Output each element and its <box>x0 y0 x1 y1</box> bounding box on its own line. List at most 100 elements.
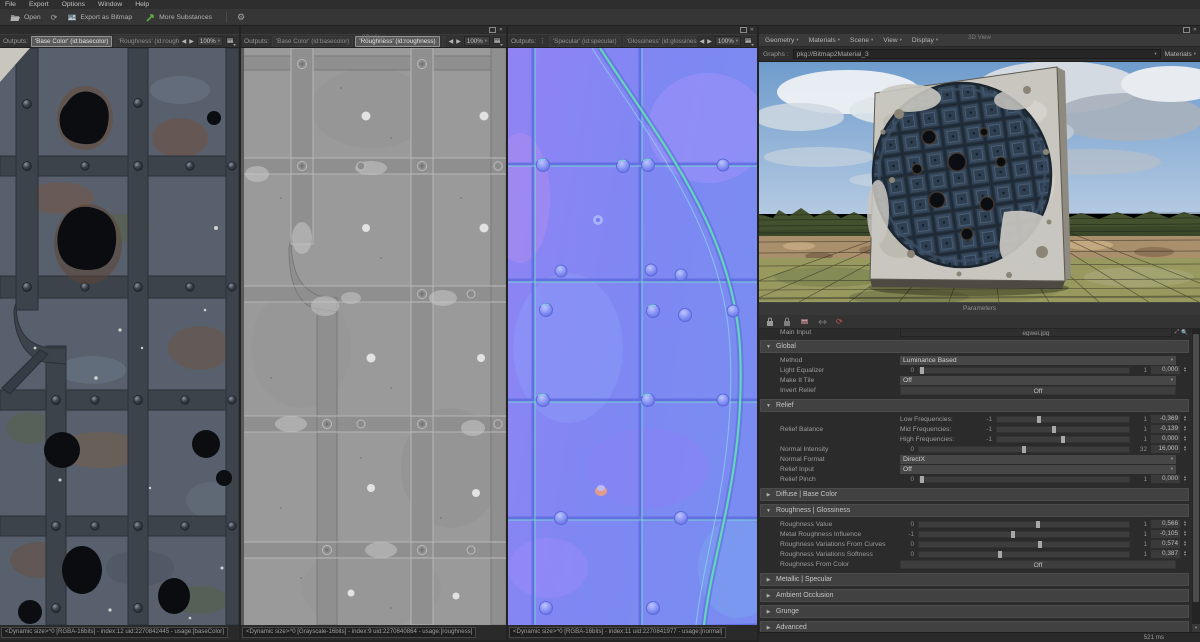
stepper-icon[interactable]: ▲▼ <box>1181 426 1189 433</box>
slider-handle[interactable] <box>920 367 924 374</box>
prev-output-button[interactable]: ◀ <box>182 38 187 45</box>
param-dropdown[interactable]: Off▾ <box>900 376 1176 385</box>
normal-map-canvas[interactable] <box>508 48 757 625</box>
param-dropdown[interactable]: Luminance Based▾ <box>900 356 1176 365</box>
graph-select[interactable]: pkg://Bitmap2Material_3 ▾ <box>793 49 1161 59</box>
reset-icon[interactable]: ⟳ <box>836 317 843 326</box>
output-tab[interactable]: 'Base Color' (id:basecolor) <box>272 36 353 47</box>
panel-title-bar[interactable]: 2D View ✕ <box>241 26 506 34</box>
expand-icon[interactable]: ▶ <box>761 593 776 599</box>
menu-options[interactable]: Options <box>62 1 85 8</box>
tab-scroll-grip[interactable]: ⋮ <box>539 38 546 45</box>
panel-title-bar[interactable]: 3D View ✕ <box>759 26 1200 34</box>
zoom-select[interactable]: 100%▾ <box>464 36 490 46</box>
3d-menu-display[interactable]: Display▾ <box>912 37 938 44</box>
param-dropdown[interactable]: Off▾ <box>900 465 1176 474</box>
image-options-icon[interactable] <box>744 37 754 46</box>
section-header[interactable]: ▼Roughness | Glossiness <box>760 504 1189 517</box>
expand-icon[interactable]: ▶ <box>761 625 776 631</box>
stepper-icon[interactable]: ▲▼ <box>1181 367 1189 374</box>
slider-handle[interactable] <box>1052 426 1056 433</box>
slider-handle[interactable] <box>1061 436 1065 443</box>
roughness-map-canvas[interactable] <box>241 48 506 625</box>
slider-handle[interactable] <box>1038 541 1042 548</box>
zoom-select[interactable]: 100%▾ <box>197 36 223 46</box>
image-options-icon[interactable] <box>226 37 236 46</box>
gear-icon[interactable]: ⚙ <box>237 12 245 23</box>
lock-alt-icon[interactable] <box>783 317 791 327</box>
expand-icon[interactable]: ▶ <box>761 609 776 615</box>
3d-menu-scene[interactable]: Scene▾ <box>850 37 873 44</box>
param-dropdown[interactable]: DirectX▾ <box>900 455 1176 464</box>
expand-icon[interactable]: ▶ <box>761 577 776 583</box>
param-toggle-button[interactable]: Off <box>900 560 1176 569</box>
scrollbar-thumb[interactable] <box>1193 334 1199 602</box>
3d-menu-geometry[interactable]: Geometry▾ <box>765 37 799 44</box>
browse-icon[interactable]: 🔍 <box>1181 330 1188 336</box>
stepper-icon[interactable]: ▲▼ <box>1181 446 1189 453</box>
slider-handle[interactable] <box>1037 416 1041 423</box>
sync-icon[interactable]: ⟳ <box>51 13 58 22</box>
zoom-select[interactable]: 100%▾ <box>715 36 741 46</box>
slider-track[interactable] <box>918 531 1130 538</box>
stepper-icon[interactable]: ▲▼ <box>1181 551 1189 558</box>
close-icon[interactable]: ✕ <box>750 28 754 33</box>
section-header[interactable]: ▶Ambient Occlusion <box>760 589 1189 602</box>
slider-track[interactable] <box>918 551 1130 558</box>
stepper-icon[interactable]: ▲▼ <box>1181 436 1189 443</box>
next-output-button[interactable]: ▶ <box>456 38 461 45</box>
slider-handle[interactable] <box>998 551 1002 558</box>
3d-menu-materials[interactable]: Materials▾ <box>809 37 840 44</box>
close-icon[interactable]: ✕ <box>499 28 503 33</box>
slider-track[interactable] <box>996 416 1130 423</box>
expand-icon[interactable]: ▶ <box>761 492 776 498</box>
float-window-icon[interactable] <box>489 27 496 33</box>
stepper-icon[interactable]: ▲▼ <box>1181 476 1189 483</box>
menu-help[interactable]: Help <box>135 1 149 8</box>
slider-track[interactable] <box>918 476 1130 483</box>
3d-menu-view[interactable]: View▾ <box>883 37 902 44</box>
slider-handle[interactable] <box>920 476 924 483</box>
output-tab[interactable]: 'Roughness' (id:roughness) <box>114 36 178 47</box>
materials-menu[interactable]: Materials▾ <box>1165 51 1196 58</box>
stepper-icon[interactable]: ▲▼ <box>1181 521 1189 528</box>
collapse-icon[interactable]: ▼ <box>761 344 776 350</box>
section-header[interactable]: ▶Advanced <box>760 621 1189 632</box>
output-tab[interactable]: 'Glossiness' (id:glossiness) <box>623 36 697 47</box>
menu-file[interactable]: File <box>5 1 16 8</box>
3d-viewport[interactable] <box>759 62 1200 302</box>
next-output-button[interactable]: ▶ <box>707 38 712 45</box>
stepper-icon[interactable]: ▲▼ <box>1181 541 1189 548</box>
stepper-icon[interactable]: ▲▼ <box>1181 416 1189 423</box>
menu-export[interactable]: Export <box>29 1 49 8</box>
slider-track[interactable] <box>918 367 1130 374</box>
section-header[interactable]: ▼Relief <box>760 399 1189 412</box>
parameters-scrollbar[interactable]: ▾ <box>1192 329 1200 632</box>
basecolor-map-canvas[interactable] <box>0 48 239 625</box>
main-input-field[interactable]: egwei.jpg <box>900 329 1172 337</box>
expand-field-icon[interactable]: ⤢ <box>1175 329 1179 336</box>
prev-output-button[interactable]: ◀ <box>700 38 705 45</box>
section-header[interactable]: ▼Global <box>760 340 1189 353</box>
stepper-icon[interactable]: ▲▼ <box>1181 531 1189 538</box>
image-options-icon[interactable] <box>493 37 503 46</box>
output-tab[interactable]: 'Metallic' (id:met <box>442 36 446 47</box>
close-icon[interactable]: ✕ <box>1193 28 1197 33</box>
slider-handle[interactable] <box>1011 531 1015 538</box>
slider-handle[interactable] <box>1022 446 1026 453</box>
output-tab[interactable]: 'Specular' (id:specular) <box>549 36 621 47</box>
float-window-icon[interactable] <box>740 27 747 33</box>
section-header[interactable]: ▶Grunge <box>760 605 1189 618</box>
collapse-icon[interactable]: ▼ <box>761 508 776 514</box>
more-substances-button[interactable]: More Substances <box>142 12 216 23</box>
slider-track[interactable] <box>918 446 1130 453</box>
output-tab[interactable]: 'Base Color' (id:basecolor) <box>31 36 112 47</box>
preset-icon[interactable] <box>800 317 809 326</box>
export-as-bitmap-button[interactable]: Export as Bitmap <box>63 12 136 23</box>
next-output-button[interactable]: ▶ <box>189 38 194 45</box>
param-toggle-button[interactable]: Off <box>900 386 1176 395</box>
panel-title-bar[interactable]: ✕ <box>508 26 757 34</box>
slider-handle[interactable] <box>1036 521 1040 528</box>
scrollbar-down-arrow[interactable]: ▾ <box>1192 624 1200 632</box>
link-icon[interactable] <box>818 317 827 326</box>
